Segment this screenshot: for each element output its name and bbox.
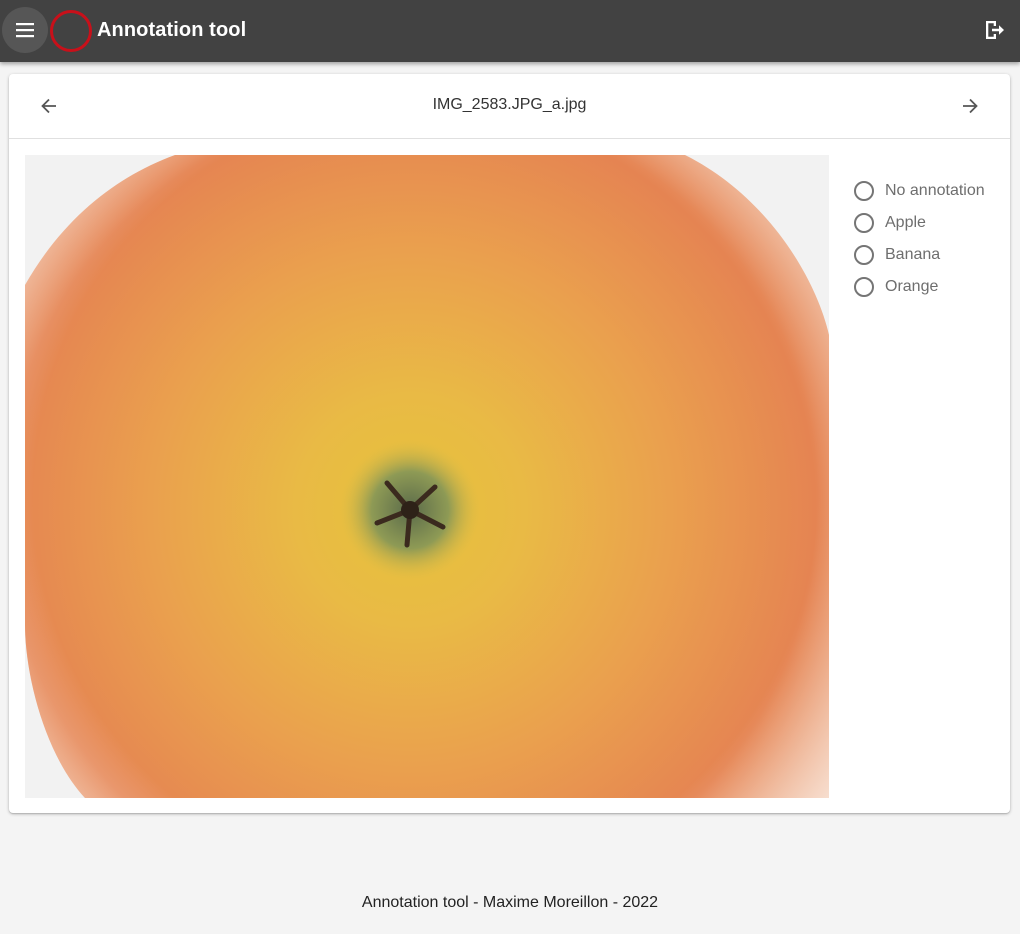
logout-icon: [986, 21, 1004, 39]
footer-text: Annotation tool - Maxime Moreillon - 202…: [361, 894, 659, 911]
radio-option-orange[interactable]: Orange: [854, 271, 985, 303]
menu-icon: [16, 23, 34, 38]
menu-button[interactable]: [2, 7, 48, 53]
radio-button-icon[interactable]: [854, 181, 874, 201]
radio-option-apple[interactable]: Apple: [854, 207, 985, 239]
image-viewer: [25, 155, 829, 798]
arrow-right-icon: [963, 98, 978, 114]
annotation-card: IMG_2583.JPG_a.jpg No annotation Apple B…: [9, 74, 1010, 813]
radio-option-no-annotation[interactable]: No annotation: [854, 175, 985, 207]
radio-option-banana[interactable]: Banana: [854, 239, 985, 271]
next-image-button[interactable]: [954, 90, 986, 122]
radio-label: Apple: [885, 214, 926, 231]
radio-label: Orange: [885, 278, 939, 295]
radio-label: Banana: [885, 246, 941, 263]
app-title: Annotation tool: [97, 19, 247, 41]
radio-button-icon[interactable]: [854, 277, 874, 297]
annotation-radio-group: No annotation Apple Banana Orange: [854, 175, 985, 303]
radio-button-icon[interactable]: [854, 213, 874, 233]
apple-image: [25, 155, 829, 798]
radio-button-icon[interactable]: [854, 245, 874, 265]
logout-button[interactable]: [980, 15, 1008, 45]
app-logo: [50, 10, 92, 52]
card-header: IMG_2583.JPG_a.jpg: [9, 74, 1010, 139]
radio-label: No annotation: [885, 182, 985, 199]
image-filename: IMG_2583.JPG_a.jpg: [432, 96, 587, 113]
app-bar: Annotation tool: [0, 0, 1020, 62]
